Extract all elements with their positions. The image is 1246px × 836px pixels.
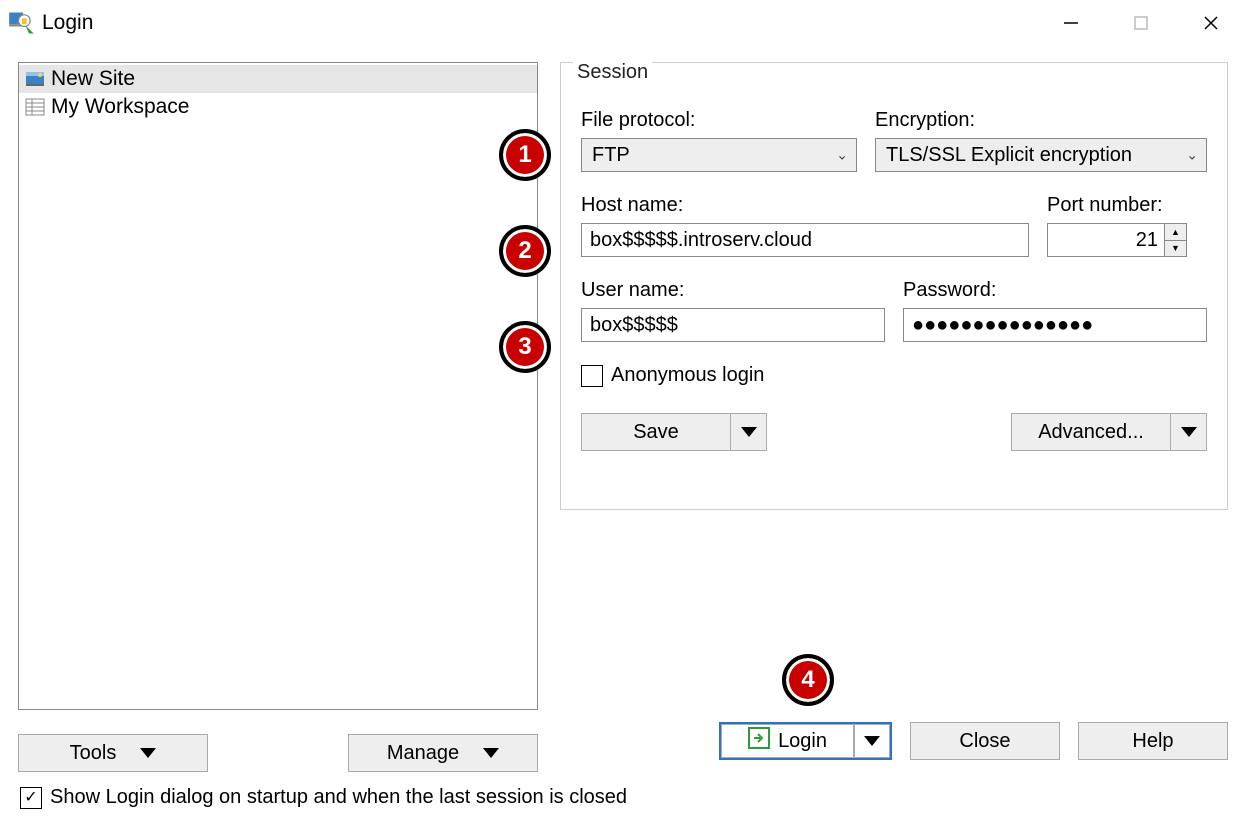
window-controls (1036, 0, 1246, 46)
save-button[interactable]: Save (581, 413, 767, 451)
spinner-up-icon[interactable]: ▲ (1165, 224, 1186, 241)
session-panel: Session 1 2 3 File protocol: FTP ⌄ E (560, 62, 1228, 510)
advanced-button[interactable]: Advanced... (1011, 413, 1207, 451)
login-icon (748, 727, 770, 755)
chevron-down-icon: ⌄ (1186, 147, 1198, 164)
advanced-label: Advanced... (1038, 421, 1144, 444)
maximize-button[interactable] (1106, 0, 1176, 46)
anonymous-checkbox[interactable] (581, 365, 603, 387)
encryption-select[interactable]: TLS/SSL Explicit encryption ⌄ (875, 138, 1207, 172)
host-name-label: Host name: (581, 194, 1029, 217)
chevron-down-icon (1181, 427, 1197, 437)
monitor-icon (25, 69, 45, 89)
anonymous-label: Anonymous login (611, 364, 764, 387)
chevron-down-icon (864, 736, 880, 746)
window-title: Login (42, 11, 93, 35)
titlebar: Login (0, 0, 1246, 46)
help-button[interactable]: Help (1078, 722, 1228, 760)
encryption-value: TLS/SSL Explicit encryption (886, 144, 1132, 167)
password-input[interactable] (903, 308, 1207, 342)
workspace-icon (25, 97, 45, 117)
save-label: Save (633, 421, 679, 444)
tools-label: Tools (70, 742, 117, 765)
password-label: Password: (903, 279, 1207, 302)
file-protocol-select[interactable]: FTP ⌄ (581, 138, 857, 172)
host-name-input[interactable] (581, 223, 1029, 257)
login-label: Login (778, 730, 827, 753)
annotation-1: 1 (499, 129, 551, 181)
encryption-label: Encryption: (875, 109, 1207, 132)
minimize-button[interactable] (1036, 0, 1106, 46)
port-input[interactable] (1047, 223, 1165, 257)
site-item-label: My Workspace (51, 95, 189, 119)
port-label: Port number: (1047, 194, 1207, 217)
site-item-new-site[interactable]: New Site (19, 65, 537, 93)
annotation-2: 2 (499, 225, 551, 277)
chevron-down-icon: ⌄ (836, 147, 848, 164)
file-protocol-label: File protocol: (581, 109, 857, 132)
sites-panel[interactable]: New Site My Workspace (18, 62, 538, 710)
close-button[interactable] (1176, 0, 1246, 46)
file-protocol-value: FTP (592, 144, 630, 167)
port-spinner[interactable]: ▲ ▼ (1165, 223, 1187, 257)
user-name-input[interactable] (581, 308, 885, 342)
show-login-startup-label: Show Login dialog on startup and when th… (50, 786, 627, 809)
manage-button[interactable]: Manage (348, 734, 538, 772)
show-login-startup-checkbox[interactable] (20, 787, 42, 809)
advanced-dropdown-arrow[interactable] (1171, 413, 1207, 451)
tools-button[interactable]: Tools (18, 734, 208, 772)
chevron-down-icon (140, 748, 156, 758)
save-dropdown-arrow[interactable] (731, 413, 767, 451)
close-dialog-button[interactable]: Close (910, 722, 1060, 760)
chevron-down-icon (483, 748, 499, 758)
session-legend: Session (573, 61, 652, 84)
help-label: Help (1132, 730, 1173, 753)
manage-label: Manage (387, 742, 459, 765)
annotation-4: 4 (782, 654, 834, 706)
app-icon (8, 9, 36, 37)
user-name-label: User name: (581, 279, 885, 302)
site-item-label: New Site (51, 67, 135, 91)
login-dropdown-arrow[interactable] (854, 724, 890, 758)
spinner-down-icon[interactable]: ▼ (1165, 241, 1186, 257)
close-label: Close (959, 730, 1010, 753)
site-item-my-workspace[interactable]: My Workspace (19, 93, 537, 121)
chevron-down-icon (741, 427, 757, 437)
annotation-3: 3 (499, 321, 551, 373)
login-button[interactable]: Login (719, 722, 892, 760)
